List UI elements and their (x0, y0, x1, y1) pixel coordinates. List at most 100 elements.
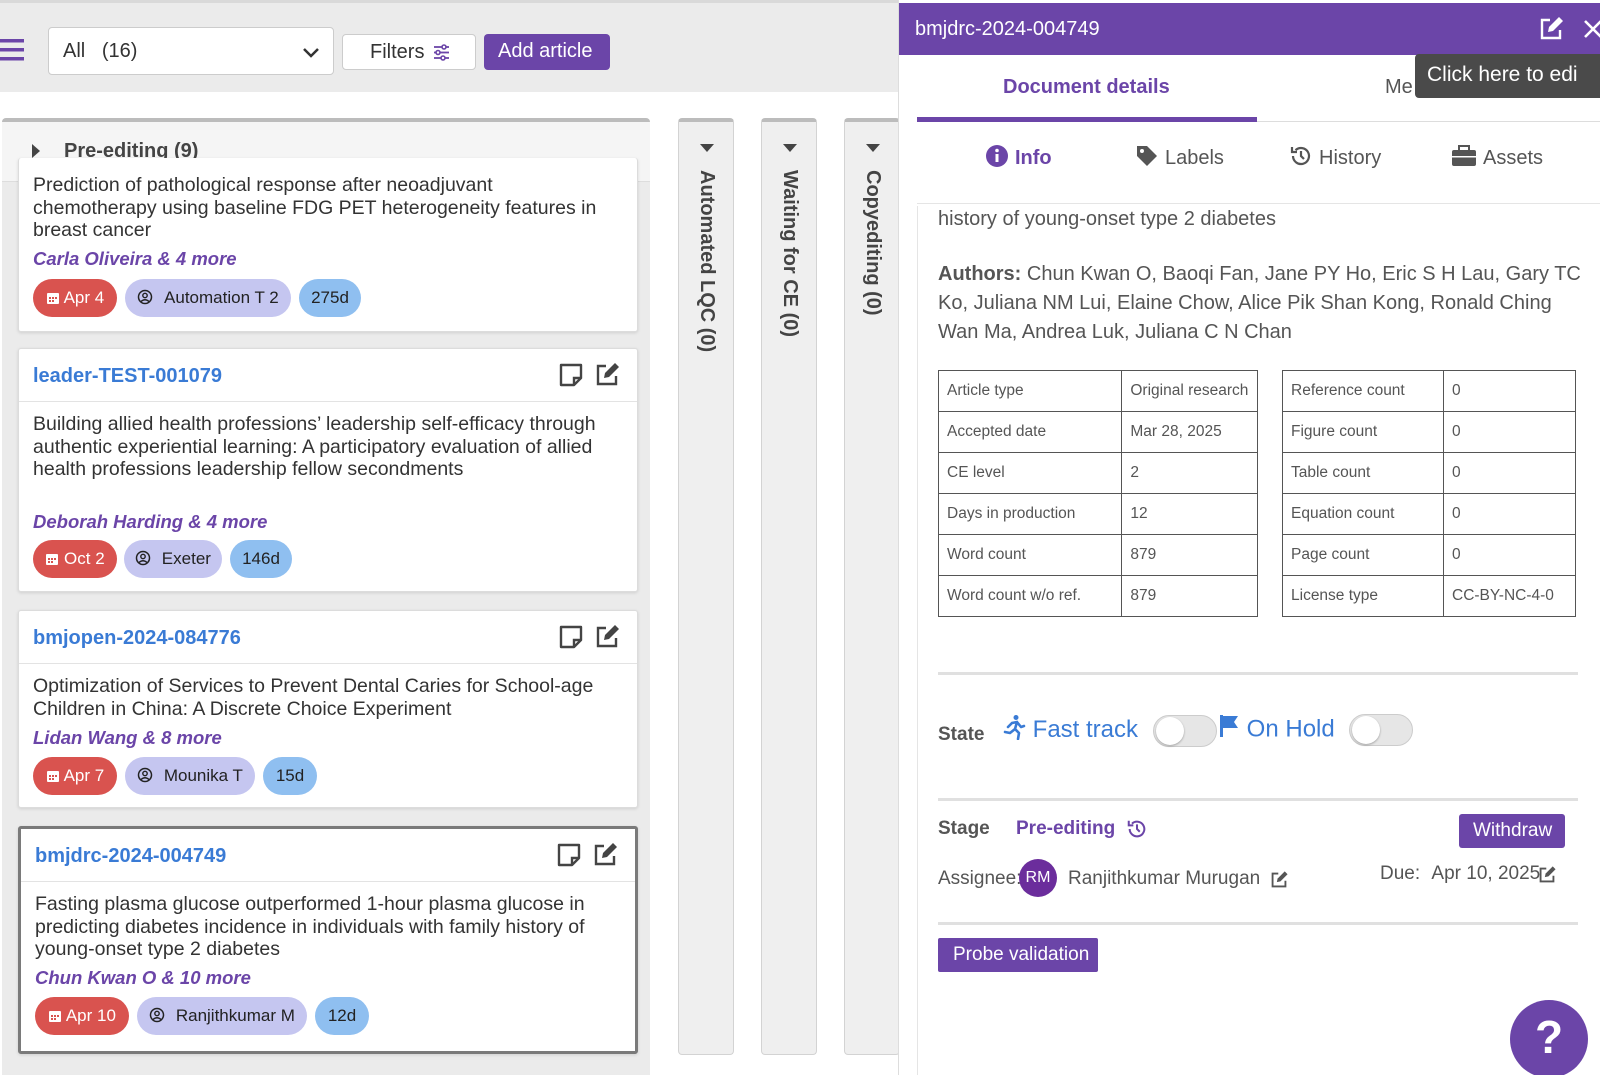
edit-icon[interactable] (593, 361, 621, 389)
count-meta-table: Reference count 0 Figure count 0 Table cou… (1282, 370, 1576, 617)
cell-label: Table count (1282, 452, 1444, 494)
column-title: Automated LQC (0) (696, 170, 718, 353)
cell-label: Days in production (937, 493, 1123, 535)
probe-validation-button[interactable]: Probe validation (938, 938, 1098, 972)
panel-header: bmjdrc-2024-004749 (899, 3, 1600, 55)
cell-value: 0 (1443, 493, 1576, 535)
card-id-link[interactable]: bmjopen-2024-084776 (33, 627, 241, 650)
card-id-link[interactable]: leader-TEST-001079 (33, 365, 222, 388)
article-card[interactable]: leader-TEST-001079 Building allied healt… (18, 348, 638, 592)
tab-document-details[interactable]: Document details (1003, 76, 1170, 99)
subtab-history-label: History (1319, 147, 1382, 169)
edit-assignee-icon[interactable] (1269, 870, 1289, 890)
add-article-button[interactable]: Add article (484, 34, 610, 70)
edit-due-date-icon[interactable] (1537, 865, 1557, 885)
card-authors[interactable]: Deborah Harding & 4 more (33, 511, 267, 533)
article-card[interactable]: Prediction of pathological response afte… (18, 158, 638, 332)
tab-metadata[interactable]: Me (1385, 76, 1413, 99)
menu-icon[interactable] (0, 37, 26, 63)
fast-track-control: Fast track (1002, 714, 1217, 748)
card-actions (557, 623, 623, 653)
card-authors[interactable]: Carla Oliveira & 4 more (33, 248, 237, 270)
caret-right-icon[interactable] (32, 144, 40, 158)
edit-icon[interactable] (593, 623, 621, 651)
note-icon[interactable] (555, 841, 583, 869)
article-card-selected[interactable]: bmjdrc-2024-004749 Fasting plasma glucos… (18, 826, 638, 1054)
edit-icon[interactable] (591, 841, 619, 869)
card-actions (555, 841, 621, 871)
user-circle-icon (138, 289, 153, 305)
stage-value: Pre-editing (1016, 818, 1116, 839)
days-chip: 15d (263, 757, 317, 795)
cell-label: Accepted date (937, 411, 1123, 453)
assignee-chip: Mounika T (125, 757, 255, 795)
card-chips: Apr 4 Automation T 2 275d (33, 279, 633, 317)
withdraw-button[interactable]: Withdraw (1459, 814, 1565, 848)
user-circle-icon (149, 1007, 165, 1023)
on-hold-control: On Hold (1218, 714, 1414, 748)
table-row: License type CC-BY-NC-4-0 (1282, 575, 1576, 617)
table-row: Page count 0 (1282, 534, 1576, 576)
caret-down-icon[interactable] (783, 144, 797, 152)
authors-label: Authors: (938, 263, 1022, 285)
stage-history-icon[interactable] (1126, 818, 1148, 840)
cell-value: CC-BY-NC-4-0 (1443, 575, 1576, 617)
subtab-labels-label: Labels (1165, 147, 1224, 169)
table-row: CE level 2 (937, 452, 1258, 494)
flag-icon (1220, 715, 1238, 738)
due-date: Apr 10 (65, 1006, 116, 1025)
column-copyediting[interactable]: Copyediting (0) (844, 118, 900, 1055)
subtab-info[interactable]: Info (985, 144, 1052, 172)
note-icon[interactable] (557, 623, 585, 651)
card-authors[interactable]: Chun Kwan O & 10 more (35, 967, 251, 989)
column-waiting-for-ce[interactable]: Waiting for CE (0) (761, 118, 817, 1055)
toolbar: All (16) Filters Add article (0, 0, 898, 92)
cell-label: Equation count (1282, 493, 1444, 535)
assignee-chip: Ranjithkumar M (137, 997, 307, 1035)
due-label: Due: (1380, 863, 1421, 884)
subtab-labels[interactable]: Labels (1135, 144, 1224, 172)
note-icon[interactable] (557, 361, 585, 389)
cell-value: 0 (1443, 411, 1576, 453)
table-row: Word count 879 (937, 534, 1258, 576)
subtab-assets[interactable]: Assets (1451, 144, 1543, 172)
briefcase-icon (1451, 144, 1477, 174)
cell-value: 0 (1443, 534, 1576, 576)
cell-value: 12 (1121, 493, 1258, 535)
column-automated-lqc[interactable]: Automated LQC (0) (678, 118, 734, 1055)
card-id-link[interactable]: bmjdrc-2024-004749 (35, 845, 226, 868)
assignee-label: Assignee: (938, 868, 1022, 889)
cell-label: Word count (937, 534, 1123, 576)
cell-label: Figure count (1282, 411, 1444, 453)
close-icon[interactable] (1581, 17, 1600, 41)
divider (938, 672, 1578, 675)
assignee-chip: Automation T 2 (125, 279, 291, 317)
subtab-assets-label: Assets (1483, 147, 1544, 169)
edit-icon[interactable] (1537, 15, 1565, 43)
sliders-icon (433, 44, 450, 61)
subtab-history[interactable]: History (1289, 144, 1381, 172)
article-card[interactable]: bmjopen-2024-084776 Optimization of Serv… (18, 610, 638, 808)
cell-value: 879 (1121, 575, 1258, 617)
on-hold-toggle[interactable] (1349, 714, 1414, 746)
view-select[interactable]: All (16) (48, 27, 334, 75)
table-row: Article type Original research (937, 370, 1258, 412)
fast-track-toggle[interactable] (1152, 714, 1217, 747)
days-chip: 12d (315, 997, 369, 1035)
cell-value: 0 (1443, 370, 1576, 412)
help-button[interactable]: ? (1510, 1000, 1588, 1075)
caret-down-icon[interactable] (700, 144, 714, 152)
filters-label: Filters (370, 41, 425, 63)
card-title: Building allied health professions’ lead… (33, 413, 596, 480)
table-row: Days in production 12 (937, 493, 1258, 535)
edit-tooltip: Click here to edi (1415, 54, 1600, 98)
filters-button[interactable]: Filters (342, 34, 476, 70)
article-title-tail: history of young-onset type 2 diabetes (938, 208, 1276, 230)
subtab-info-label: Info (1015, 147, 1052, 169)
stage-label: Stage (938, 818, 990, 839)
info-icon (985, 144, 1009, 174)
card-authors[interactable]: Lidan Wang & 8 more (33, 727, 222, 749)
caret-down-icon[interactable] (866, 144, 880, 152)
card-title: Prediction of pathological response afte… (33, 174, 597, 241)
assignee-short: Mounika T (163, 766, 243, 785)
